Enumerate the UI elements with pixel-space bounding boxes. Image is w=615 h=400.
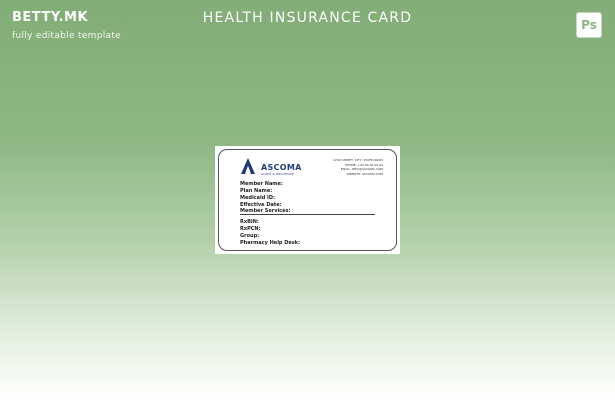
company-name: ASCOMA [261,163,302,172]
field-pharmacy-help: Pharmacy Help Desk: [240,240,301,246]
field-group: Group: [240,233,260,239]
divider [240,214,375,215]
address-line: EMAIL: INFO@ASCOMA.COM [340,167,383,171]
company-address: 1234 STREET, CITY, STATE 00000 PHONE: +0… [333,158,383,176]
field-member-name: Member Name: [240,181,283,187]
insurance-card: ASCOMA ALPES & PROVENCE 1234 STREET, CIT… [215,146,400,254]
address-line: WEBSITE: ASCOMA.COM [346,171,383,176]
field-rxbin: RxBIN: [240,219,259,225]
company-subtitle: ALPES & PROVENCE [261,172,295,176]
field-medicaid-id: Medicaid ID: [240,195,276,201]
address-line: 1234 STREET, CITY, STATE 00000 [332,158,383,162]
tagline: fully editable template [12,31,121,41]
ascoma-logo-icon [241,158,255,174]
photoshop-icon: Ps [576,12,602,38]
field-rxpcn: RxPCN: [240,226,261,232]
page-title: HEALTH INSURANCE CARD [202,10,413,26]
field-plan-name: Plan Name: [240,188,273,194]
card-border: ASCOMA ALPES & PROVENCE 1234 STREET, CIT… [218,149,397,251]
